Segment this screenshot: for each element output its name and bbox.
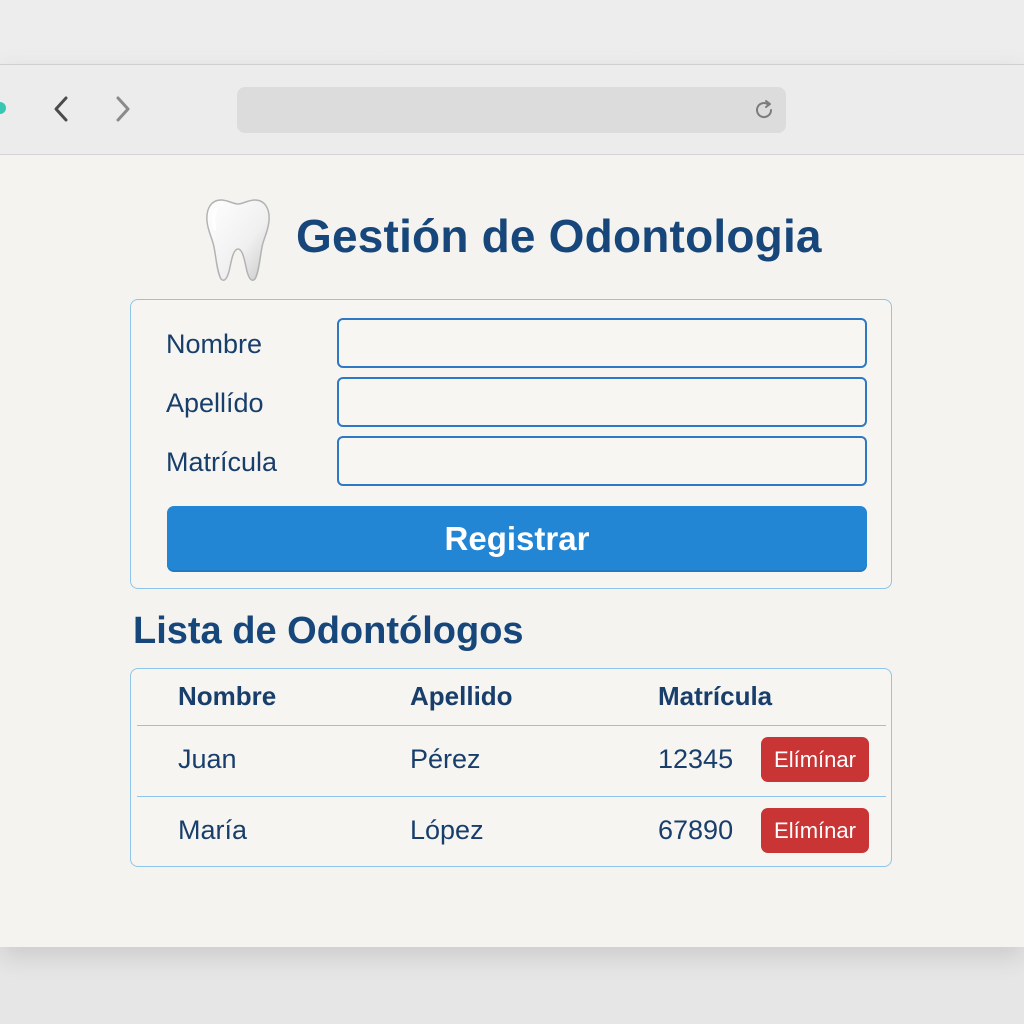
table-row: María López 67890 Elímínar [137, 796, 886, 867]
cell-nombre: María [178, 815, 248, 845]
column-header-matricula: Matrícula [658, 681, 773, 711]
delete-button[interactable]: Elímínar [761, 737, 869, 782]
browser-toolbar [0, 65, 1024, 155]
apellido-input[interactable] [337, 377, 867, 427]
cell-nombre: Juan [178, 744, 237, 774]
window-control-dot[interactable] [0, 102, 6, 114]
cell-apellido: Pérez [410, 744, 481, 774]
apellido-label: Apellído [166, 388, 264, 418]
cell-apellido: López [410, 815, 484, 845]
desktop: Gestión de Odontologia Nombre Apellído M… [0, 0, 1024, 1024]
forward-button[interactable] [108, 92, 138, 126]
page-title: Gestión de Odontologia [296, 210, 822, 262]
dentists-table: Nombre Apellido Matrícula Juan Pérez 123… [130, 668, 892, 867]
cell-matricula: 12345 [658, 744, 734, 774]
registration-form: Nombre Apellído Matrícula Registrar [130, 299, 892, 589]
chevron-left-icon [54, 96, 68, 122]
register-button[interactable]: Registrar [167, 506, 867, 572]
address-bar[interactable] [237, 87, 786, 133]
form-row-apellido: Apellído [166, 377, 867, 427]
column-header-nombre: Nombre [178, 681, 277, 711]
delete-button[interactable]: Elímínar [761, 808, 869, 853]
page-header: Gestión de Odontologia [0, 197, 1024, 287]
form-row-matricula: Matrícula [166, 436, 867, 486]
list-title: Lista de Odontólogos [133, 610, 524, 652]
reload-icon[interactable] [752, 98, 776, 122]
table-header-row: Nombre Apellido Matrícula [137, 669, 886, 725]
matricula-input[interactable] [337, 436, 867, 486]
table-row: Juan Pérez 12345 Elímínar [137, 725, 886, 796]
tooth-icon [206, 199, 270, 281]
nombre-input[interactable] [337, 318, 867, 368]
nombre-label: Nombre [166, 329, 263, 359]
back-button[interactable] [46, 92, 76, 126]
chevron-right-icon [116, 96, 130, 122]
page-content: Gestión de Odontologia Nombre Apellído M… [0, 155, 1024, 947]
form-row-nombre: Nombre [166, 318, 867, 368]
matricula-label: Matrícula [166, 447, 278, 477]
browser-window: Gestión de Odontologia Nombre Apellído M… [0, 64, 1024, 947]
column-header-apellido: Apellido [410, 681, 513, 711]
cell-matricula: 67890 [658, 815, 734, 845]
